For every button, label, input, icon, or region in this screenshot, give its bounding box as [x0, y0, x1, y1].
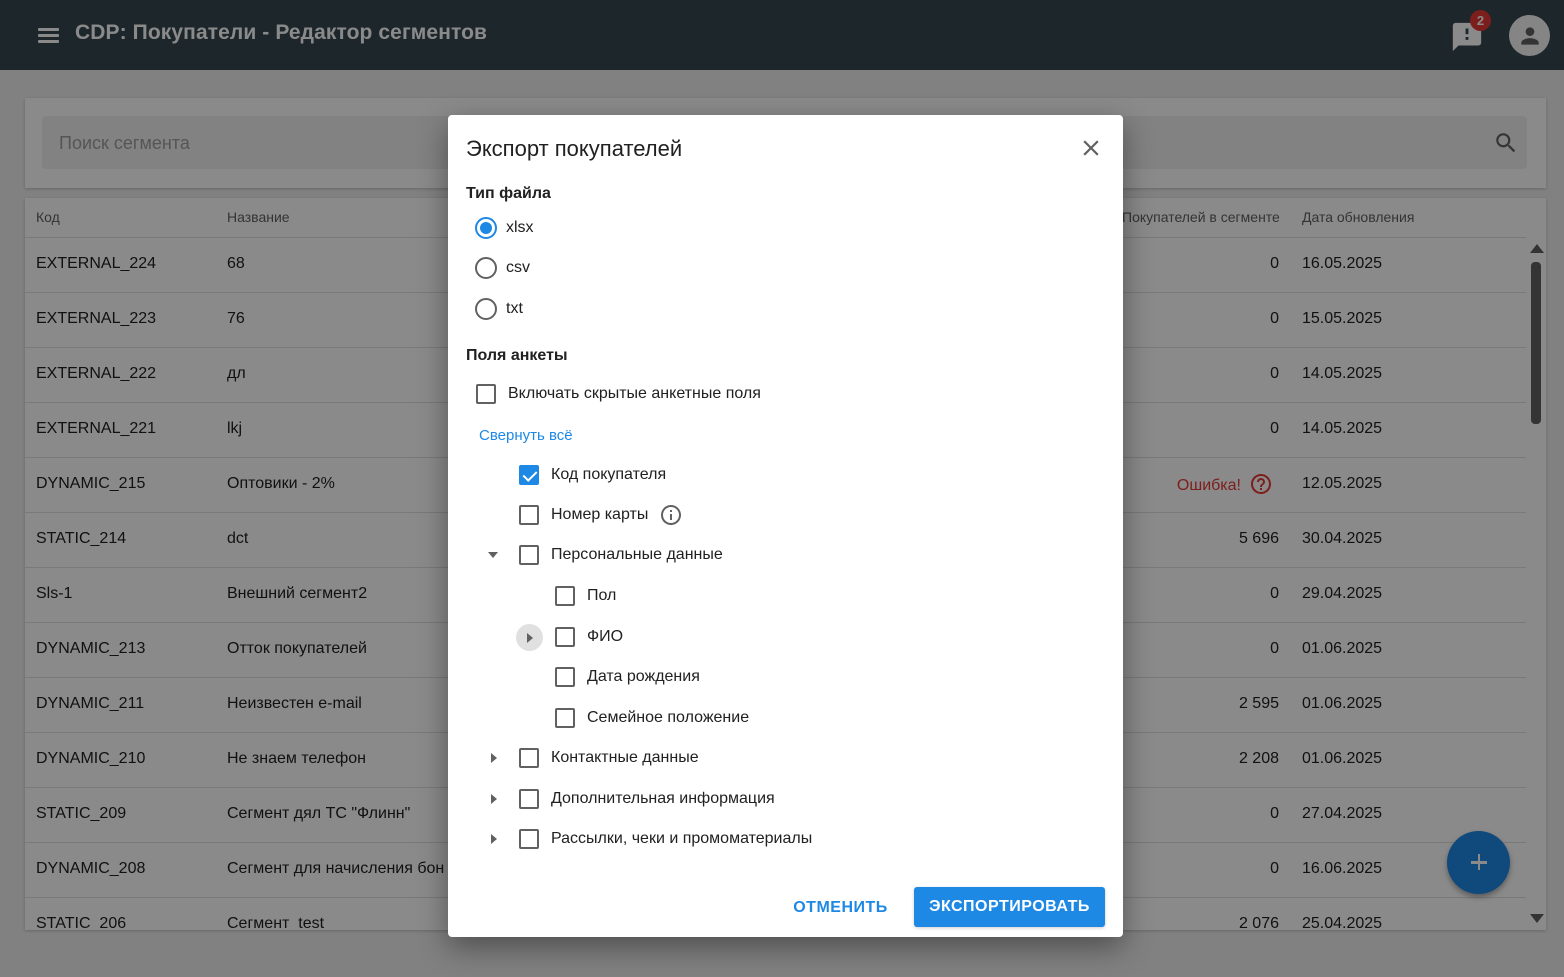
personal-data-checkbox[interactable] [519, 545, 539, 565]
expand-full-name-chevron-right-icon[interactable] [516, 624, 543, 651]
radio-xlsx-control[interactable] [475, 217, 497, 239]
radio-xlsx-label: xlsx [506, 219, 534, 236]
tree-item-card-number[interactable]: Номер карты [519, 503, 683, 527]
tree-item-additional-info[interactable]: Дополнительная информация [519, 787, 775, 811]
radio-xlsx[interactable]: xlsx [475, 216, 534, 240]
tree-item-customer-code[interactable]: Код покупателя [519, 463, 666, 487]
radio-txt-control[interactable] [475, 298, 497, 320]
include-hidden-fields-checkbox[interactable]: Включать скрытые анкетные поля [476, 382, 761, 406]
full-name-label: ФИО [587, 628, 624, 645]
tree-item-marital-status[interactable]: Семейное положение [555, 706, 749, 730]
tree-item-contact-data[interactable]: Контактные данные [519, 746, 699, 770]
marital-status-checkbox[interactable] [555, 708, 575, 728]
export-button[interactable]: ЭКСПОРТИРОВАТЬ [914, 887, 1105, 927]
birth-date-checkbox[interactable] [555, 667, 575, 687]
fields-label: Поля анкеты [466, 347, 568, 364]
mailings-label: Рассылки, чеки и промоматериалы [551, 830, 813, 847]
info-icon[interactable] [659, 503, 683, 527]
gender-checkbox[interactable] [555, 586, 575, 606]
radio-csv[interactable]: csv [475, 256, 530, 280]
personal-data-label: Персональные данные [551, 546, 723, 563]
radio-txt[interactable]: txt [475, 297, 523, 321]
file-type-label: Тип файла [466, 185, 551, 202]
expand-contact-data-chevron-right-icon[interactable] [491, 753, 497, 763]
contact-data-label: Контактные данные [551, 749, 699, 766]
export-dialog: Экспорт покупателей Тип файла xlsx csv t… [448, 115, 1123, 937]
card-number-checkbox[interactable] [519, 505, 539, 525]
customer-code-checkbox[interactable] [519, 465, 539, 485]
expand-additional-info-chevron-right-icon[interactable] [491, 794, 497, 804]
include-hidden-checkbox-box[interactable] [476, 384, 496, 404]
close-icon[interactable] [1078, 135, 1104, 161]
tree-item-full-name[interactable]: ФИО [555, 625, 623, 649]
additional-info-label: Дополнительная информация [551, 790, 775, 807]
collapse-all-link[interactable]: Свернуть всё [479, 427, 573, 444]
expand-mailings-chevron-right-icon[interactable] [491, 834, 497, 844]
tree-item-mailings[interactable]: Рассылки, чеки и промоматериалы [519, 827, 812, 851]
expand-personal-data-chevron-down-icon[interactable] [488, 552, 498, 558]
customer-code-label: Код покупателя [551, 466, 667, 483]
card-number-label: Номер карты [551, 506, 649, 523]
tree-item-birth-date[interactable]: Дата рождения [555, 665, 700, 689]
cancel-button[interactable]: ОТМЕНИТЬ [783, 888, 898, 928]
dialog-title: Экспорт покупателей [466, 136, 683, 161]
additional-info-checkbox[interactable] [519, 789, 539, 809]
tree-item-gender[interactable]: Пол [555, 584, 616, 608]
radio-csv-label: csv [506, 259, 530, 276]
radio-csv-control[interactable] [475, 257, 497, 279]
gender-label: Пол [587, 587, 617, 604]
include-hidden-label: Включать скрытые анкетные поля [508, 385, 761, 402]
marital-status-label: Семейное положение [587, 709, 750, 726]
contact-data-checkbox[interactable] [519, 748, 539, 768]
mailings-checkbox[interactable] [519, 829, 539, 849]
full-name-checkbox[interactable] [555, 627, 575, 647]
tree-item-personal-data[interactable]: Персональные данные [519, 543, 723, 567]
radio-txt-label: txt [506, 300, 523, 317]
birth-date-label: Дата рождения [587, 668, 700, 685]
